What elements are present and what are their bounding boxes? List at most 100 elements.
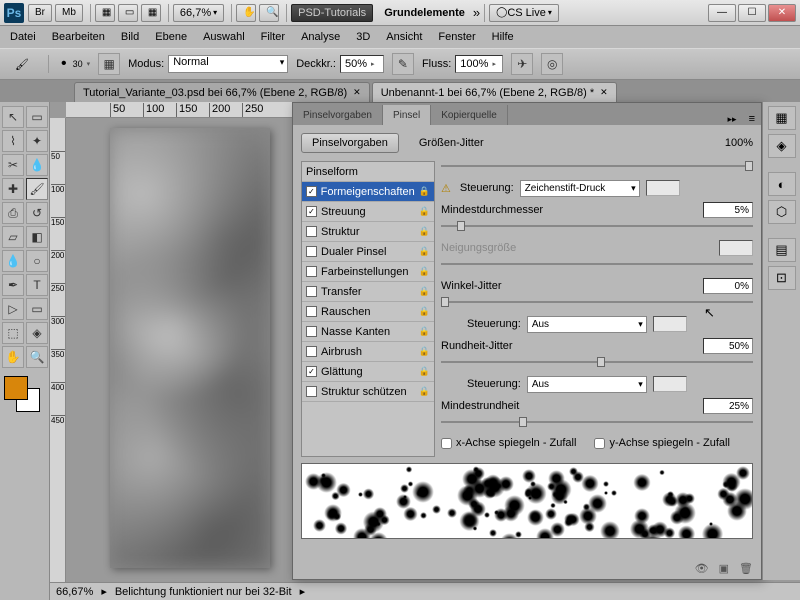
mindest-durchmesser-input[interactable]: 5% [703, 202, 753, 218]
menu-auswahl[interactable]: Auswahl [203, 31, 245, 43]
checkbox-icon[interactable]: ✓ [306, 366, 317, 377]
lock-icon[interactable]: 🔒 [419, 246, 430, 257]
panel-menu-icon[interactable]: ≡ [743, 113, 761, 125]
checkbox-icon[interactable] [306, 346, 317, 357]
view-extras-button[interactable]: ▦ [95, 4, 115, 22]
toggle-preview-icon[interactable]: 👁 [695, 562, 709, 575]
3d-camera-tool[interactable]: ◈ [26, 322, 48, 344]
document-tab[interactable]: Unbenannt-1 bei 66,7% (Ebene 2, RGB/8) *… [372, 82, 617, 102]
new-preset-icon[interactable]: ▣ [719, 562, 729, 575]
move-tool[interactable]: ↖ [2, 106, 24, 128]
zoom-tool[interactable]: 🔍 [26, 346, 48, 368]
menu-3d[interactable]: 3D [356, 31, 370, 43]
brush-panel-toggle[interactable]: ▦ [98, 53, 120, 75]
close-button[interactable]: ✕ [768, 4, 796, 22]
flow-input[interactable]: 100%▸ [455, 55, 503, 73]
dock-layers-icon[interactable]: ◈ [768, 134, 796, 158]
menu-analyse[interactable]: Analyse [301, 31, 340, 43]
checkbox-icon[interactable] [306, 306, 317, 317]
checkbox-icon[interactable]: ✓ [306, 186, 317, 197]
brush-option-item[interactable]: Rauschen🔒 [302, 302, 434, 322]
checkbox-icon[interactable] [306, 326, 317, 337]
minibridge-button[interactable]: Mb [55, 4, 83, 22]
winkel-jitter-input[interactable]: 0% [703, 278, 753, 294]
winkel-jitter-slider[interactable] [441, 297, 753, 307]
mindest-rundheit-slider[interactable] [441, 417, 753, 427]
brush-option-item[interactable]: Pinselform [302, 162, 434, 182]
checkbox-icon[interactable] [306, 246, 317, 257]
brush-tool[interactable]: 🖌 [26, 178, 48, 200]
healing-tool[interactable]: ✚ [2, 178, 24, 200]
groessen-jitter-input[interactable]: 100% [725, 137, 753, 149]
checkbox-icon[interactable] [306, 386, 317, 397]
shape-tool[interactable]: ▭ [26, 298, 48, 320]
groessen-jitter-slider[interactable] [441, 161, 753, 171]
dodge-tool[interactable]: ○ [26, 250, 48, 272]
marquee-tool[interactable]: ▭ [26, 106, 48, 128]
tab-pinsel[interactable]: Pinsel [383, 105, 431, 125]
close-icon[interactable]: ✕ [600, 87, 608, 98]
blur-tool[interactable]: 💧 [2, 250, 24, 272]
menu-ebene[interactable]: Ebene [155, 31, 187, 43]
eyedropper-tool[interactable]: 💧 [26, 154, 48, 176]
dock-properties-icon[interactable]: ⊡ [768, 266, 796, 290]
zoom-button[interactable]: 🔍 [259, 4, 279, 22]
brush-tool-icon[interactable]: 🖌 [8, 53, 36, 75]
brush-option-item[interactable]: ✓Glättung🔒 [302, 362, 434, 382]
brush-preset[interactable]: •30▾ [61, 55, 90, 73]
menu-bild[interactable]: Bild [121, 31, 139, 43]
eraser-tool[interactable]: ▱ [2, 226, 24, 248]
opacity-pressure-button[interactable]: ✎ [392, 53, 414, 75]
brush-option-item[interactable]: Struktur🔒 [302, 222, 434, 242]
document-tab[interactable]: Tutorial_Variante_03.psd bei 66,7% (Eben… [74, 82, 370, 102]
lock-icon[interactable]: 🔒 [419, 226, 430, 237]
wand-tool[interactable]: ✦ [26, 130, 48, 152]
3d-tool[interactable]: ⬚ [2, 322, 24, 344]
stamp-tool[interactable]: ⎙ [2, 202, 24, 224]
menu-bearbeiten[interactable]: Bearbeiten [52, 31, 105, 43]
maximize-button[interactable]: ☐ [738, 4, 766, 22]
close-icon[interactable]: ✕ [353, 87, 361, 98]
x-mirror-checkbox[interactable]: x-Achse spiegeln - Zufall [441, 437, 576, 449]
mindest-rundheit-input[interactable]: 25% [703, 398, 753, 414]
lock-icon[interactable]: 🔒 [419, 266, 430, 277]
menu-hilfe[interactable]: Hilfe [492, 31, 514, 43]
zoom-display[interactable]: 66,7%▾ [173, 4, 224, 22]
checkbox-icon[interactable] [306, 266, 317, 277]
opacity-input[interactable]: 50%▸ [340, 55, 384, 73]
dock-paths-icon[interactable]: ⬡ [768, 200, 796, 224]
view-rulers-button[interactable]: ▭ [118, 4, 138, 22]
steuerung-select-3[interactable]: Aus [527, 376, 647, 393]
tab-kopierquelle[interactable]: Kopierquelle [431, 105, 508, 125]
lock-icon[interactable]: 🔒 [419, 386, 430, 397]
rundheit-jitter-input[interactable]: 50% [703, 338, 753, 354]
view-guides-button[interactable]: ▦ [141, 4, 161, 22]
brush-option-item[interactable]: Struktur schützen🔒 [302, 382, 434, 402]
chevron-double-right-icon[interactable]: » [473, 5, 480, 20]
foreground-swatch[interactable] [4, 376, 28, 400]
panel-collapse-icon[interactable]: ▸▸ [722, 114, 743, 125]
lock-icon[interactable]: 🔒 [419, 286, 430, 297]
cslive-button[interactable]: ◯ CS Live▾ [489, 4, 559, 22]
canvas[interactable] [110, 128, 270, 568]
tab-pinselvorgaben[interactable]: Pinselvorgaben [293, 105, 383, 125]
menu-datei[interactable]: Datei [10, 31, 36, 43]
lock-icon[interactable]: 🔒 [419, 366, 430, 377]
lock-icon[interactable]: 🔒 [419, 306, 430, 317]
lock-icon[interactable]: 🔒 [419, 326, 430, 337]
pinselvorgaben-button[interactable]: Pinselvorgaben [301, 133, 399, 153]
color-swatches[interactable] [2, 376, 46, 416]
workspace-selector[interactable]: PSD-Tutorials [291, 4, 373, 22]
brush-option-item[interactable]: Farbeinstellungen🔒 [302, 262, 434, 282]
history-brush-tool[interactable]: ↺ [26, 202, 48, 224]
dock-adjustments-icon[interactable]: ◐ [768, 172, 796, 196]
dock-channels-icon[interactable]: ▤ [768, 238, 796, 262]
zoom-readout[interactable]: 66,67% [56, 586, 93, 598]
rundheit-jitter-slider[interactable] [441, 357, 753, 367]
crop-tool[interactable]: ✂ [2, 154, 24, 176]
steuerung-select-2[interactable]: Aus [527, 316, 647, 333]
bridge-button[interactable]: Br [28, 4, 52, 22]
brush-option-item[interactable]: Transfer🔒 [302, 282, 434, 302]
chevron-right-icon[interactable]: ▸ [101, 585, 107, 598]
brush-option-item[interactable]: Nasse Kanten🔒 [302, 322, 434, 342]
